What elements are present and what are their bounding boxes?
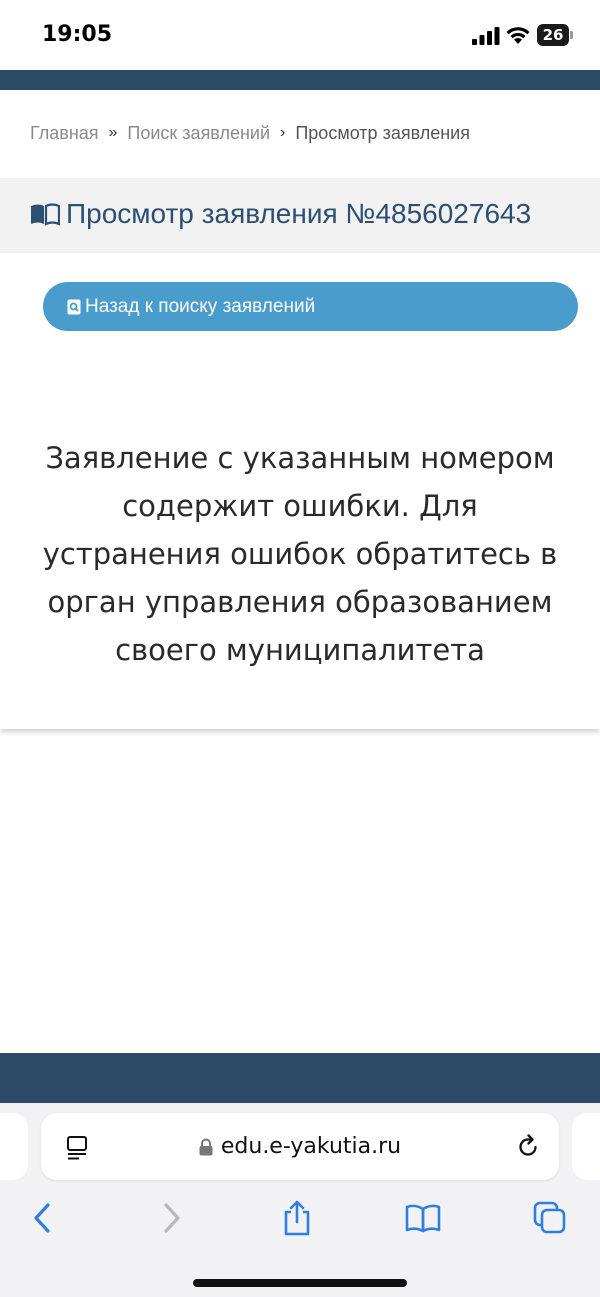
previous-tab-preview[interactable]: [0, 1113, 28, 1180]
battery-level: 26: [537, 24, 569, 46]
forward-icon[interactable]: [152, 1198, 192, 1238]
back-icon[interactable]: [22, 1198, 62, 1238]
page-title: Просмотр заявления №4856027643: [30, 198, 531, 230]
book-icon: [31, 203, 60, 226]
back-to-search-button[interactable]: Назад к поиску заявлений: [43, 282, 578, 331]
next-tab-preview[interactable]: [572, 1113, 600, 1180]
breadcrumb-current: Просмотр заявления: [295, 122, 470, 143]
reload-icon[interactable]: [515, 1134, 541, 1160]
search-doc-icon: [67, 299, 81, 314]
page-title-text: Просмотр заявления №4856027643: [66, 198, 532, 229]
breadcrumb-separator: »: [108, 124, 118, 142]
browser-toolbar: edu.e-yakutia.ru: [0, 1103, 600, 1297]
back-to-search-label: Назад к поиску заявлений: [85, 295, 316, 317]
breadcrumb-home-link[interactable]: Главная: [30, 123, 99, 144]
breadcrumb-search-link[interactable]: Поиск заявлений: [127, 123, 270, 144]
panel-header: Просмотр заявления №4856027643: [0, 178, 600, 253]
home-indicator[interactable]: [193, 1279, 407, 1287]
share-icon[interactable]: [277, 1198, 317, 1238]
bookmarks-icon[interactable]: [403, 1198, 443, 1238]
site-footer-band: [0, 1053, 600, 1103]
wifi-icon: [506, 27, 530, 44]
breadcrumb: Главная » Поиск заявлений › Просмотр заявлен…: [30, 122, 470, 148]
breadcrumb-separator: ›: [280, 124, 286, 142]
tabs-icon[interactable]: [530, 1198, 570, 1238]
site-header-band: [0, 70, 600, 90]
address-bar[interactable]: edu.e-yakutia.ru: [41, 1113, 559, 1180]
status-bar: 19:05 26: [0, 0, 600, 70]
status-time: 19:05: [42, 22, 113, 47]
url-text: edu.e-yakutia.ru: [220, 1134, 402, 1159]
battery-icon: 26: [537, 24, 573, 46]
lock-icon: [199, 1138, 213, 1155]
error-message: Заявление с указанным номером содержит о…: [42, 441, 558, 667]
signal-icon: [472, 27, 500, 45]
